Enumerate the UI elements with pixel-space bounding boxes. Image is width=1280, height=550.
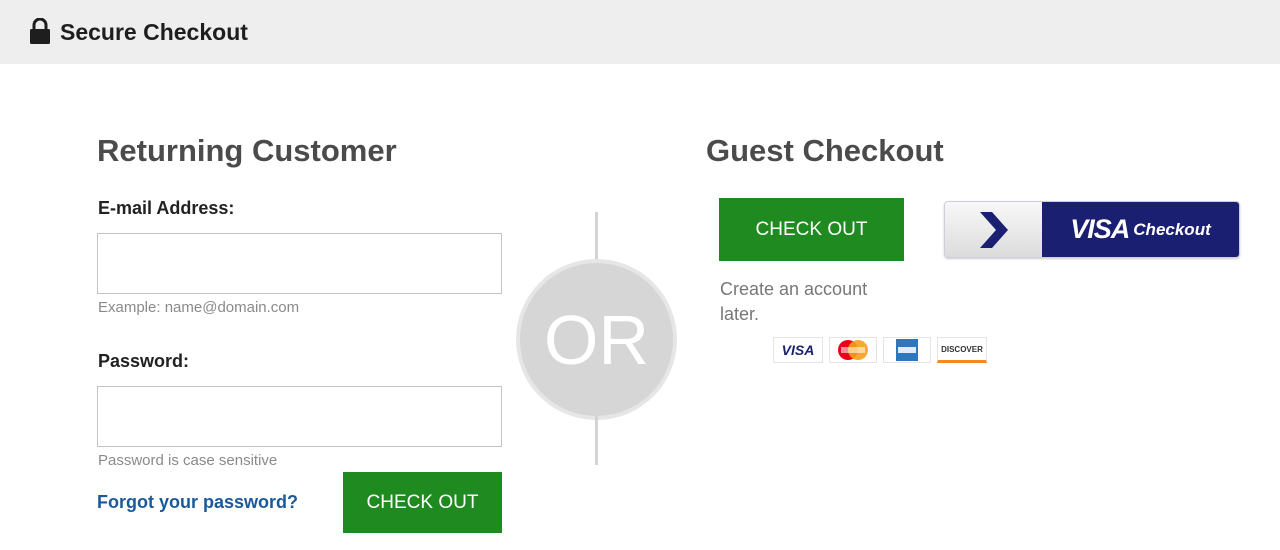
- forgot-password-link[interactable]: Forgot your password?: [97, 492, 298, 513]
- visa-chevron-panel: [945, 202, 1042, 257]
- password-label: Password:: [98, 351, 190, 371]
- visa-checkout-label: VISA Checkout: [1042, 202, 1239, 257]
- secure-checkout-header: Secure Checkout: [0, 0, 1280, 64]
- visa-checkout-text: Checkout: [1133, 219, 1211, 239]
- discover-card-icon: DISCOVER: [937, 337, 987, 363]
- visa-card-icon: VISA: [773, 337, 823, 363]
- email-label: E-mail Address:: [98, 198, 235, 218]
- visa-card-label: VISA: [781, 342, 815, 358]
- divider-line-bottom: [595, 415, 598, 465]
- lock-icon: [30, 18, 50, 44]
- create-account-note: Create an account later.: [720, 279, 868, 324]
- american-express-icon: [883, 337, 931, 363]
- visa-brand-text: VISA: [1070, 214, 1130, 244]
- email-field[interactable]: [97, 233, 502, 294]
- guest-checkout-button[interactable]: CHECK OUT: [719, 198, 904, 261]
- guest-checkout-title: Guest Checkout: [706, 133, 944, 168]
- returning-customer-title: Returning Customer: [97, 133, 397, 168]
- password-field[interactable]: [97, 386, 502, 447]
- page-title: Secure Checkout: [60, 19, 248, 45]
- email-hint: Example: name@domain.com: [98, 299, 300, 316]
- visa-checkout-button[interactable]: VISA Checkout: [944, 201, 1240, 258]
- chevron-right-icon: [979, 211, 1008, 248]
- password-hint: Password is case sensitive: [98, 452, 278, 469]
- or-label: OR: [544, 300, 649, 379]
- mastercard-logo-icon: [838, 340, 868, 360]
- login-checkout-button[interactable]: CHECK OUT: [343, 472, 502, 533]
- or-circle: OR: [516, 259, 677, 420]
- discover-card-label: DISCOVER: [941, 344, 983, 354]
- mastercard-icon: [829, 337, 877, 363]
- divider-line-top: [595, 212, 598, 262]
- amex-logo-icon: [896, 339, 918, 361]
